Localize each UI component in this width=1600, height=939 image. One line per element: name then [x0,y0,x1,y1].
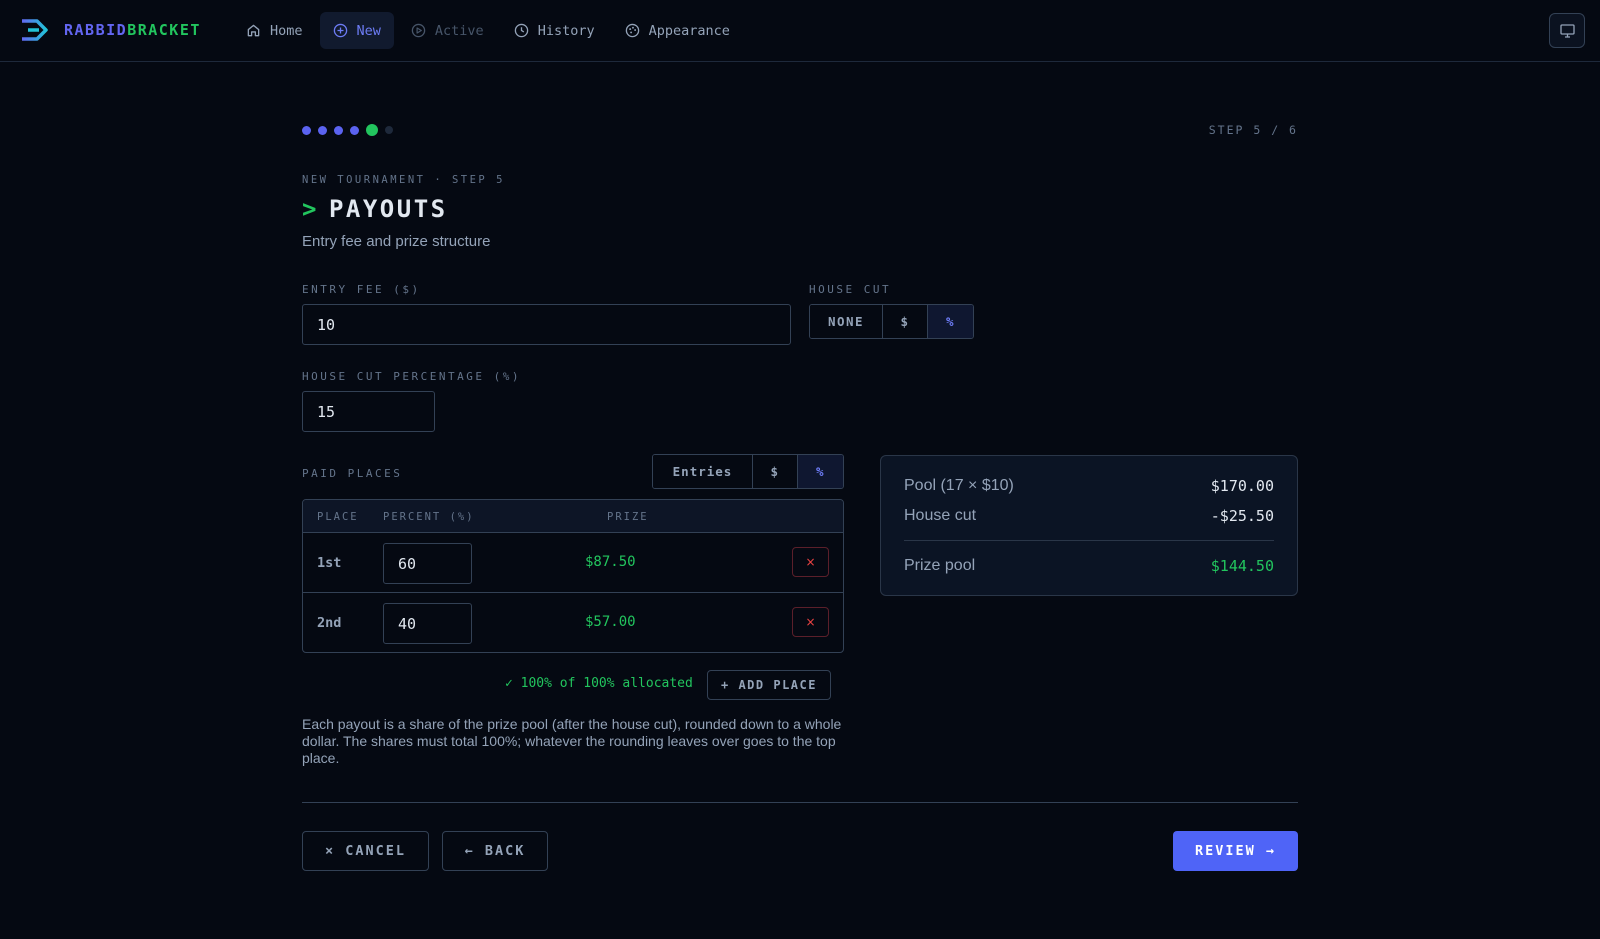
percent-input[interactable]: 40 [383,603,472,644]
progress-dot-done [334,125,343,135]
column-prize: PRIZE [607,511,649,523]
summary-divider [904,540,1274,541]
allocation-status: ✓ 100% of 100% allocated [505,676,693,691]
pool-row: Pool (17 × $10) $170.00 [904,477,1274,495]
prize-pool-value: $144.50 [1210,557,1274,575]
progress-dot-todo [385,126,393,134]
cancel-button[interactable]: × CANCEL [302,831,429,871]
table-header: PLACE PERCENT (%) PRIZE [303,500,843,533]
paid-places-label: PAID PLACES [302,467,403,480]
pool-value: $170.00 [1210,477,1274,495]
nav-home[interactable]: Home [233,12,316,49]
percent-input[interactable]: 60 [383,543,472,584]
review-button[interactable]: REVIEW → [1173,831,1298,871]
table-row: 1st 60 $87.50 × [303,533,843,593]
prize-cell: $57.00 [585,614,636,630]
house-cut-percentage-input[interactable]: 15 [302,391,435,432]
back-button[interactable]: ← BACK [442,831,548,871]
palette-icon [625,23,639,38]
nav-new[interactable]: New [319,12,394,49]
nav-history-label: History [537,22,595,39]
remove-place-button[interactable]: × [792,607,829,637]
home-icon [247,24,260,37]
footer-divider [302,802,1298,803]
house-cut-dollar-option[interactable]: $ [883,305,928,338]
add-place-button[interactable]: + ADD PLACE [707,670,831,700]
page-eyebrow: NEW TOURNAMENT · STEP 5 [302,174,505,186]
clock-icon [514,23,528,38]
page-title: > PAYOUTS [302,195,448,223]
prize-pool-row: Prize pool $144.50 [904,557,1274,575]
place-cell: 1st [317,555,342,571]
mode-entries-option[interactable]: Entries [653,455,753,488]
house-cut-percent-option[interactable]: % [928,305,973,338]
play-circle-icon [411,23,426,38]
place-cell: 2nd [317,615,342,631]
nav-new-label: New [356,22,381,39]
progress-dot-done [302,125,311,135]
prize-pool-label: Prize pool [904,557,976,574]
brand-name: RABBIDBRACKET [64,21,201,39]
nav-history[interactable]: History [501,12,608,49]
column-percent: PERCENT (%) [383,511,475,523]
pool-label: Pool (17 × $10) [904,477,1014,494]
title-prompt: > [302,195,319,223]
pool-summary-card: Pool (17 × $10) $170.00 House cut -$25.5… [880,455,1298,596]
monitor-icon [1559,23,1575,38]
house-cut-label: HOUSE CUT [809,283,892,296]
entry-fee-label: ENTRY FEE ($) [302,283,421,296]
title-text: PAYOUTS [328,195,448,223]
entry-fee-input[interactable]: 10 [302,304,791,345]
column-place: PLACE [317,511,359,523]
house-cut-none-option[interactable]: NONE [810,305,883,338]
page-subtitle: Entry fee and prize structure [302,233,491,250]
payout-help-text: Each payout is a share of the prize pool… [302,716,842,766]
house-cut-percentage-label: HOUSE CUT PERCENTAGE (%) [302,370,521,383]
house-cut-summary-label: House cut [904,507,977,524]
progress-dot-done [350,125,359,135]
step-progress [302,124,400,136]
house-cut-toggle: NONE $ % [809,304,974,339]
paid-places-mode-toggle: Entries $ % [652,454,844,489]
main-nav: Home New Active History Appearance [233,12,747,49]
house-cut-row: House cut -$25.50 [904,507,1274,525]
display-settings-button[interactable] [1549,13,1585,48]
mode-percent-option[interactable]: % [798,455,843,488]
brand-logo[interactable]: RABBIDBRACKET [20,18,201,42]
top-navigation-bar: RABBIDBRACKET Home New Active History Ap… [0,0,1600,62]
close-icon: × [805,615,816,629]
close-icon: × [805,555,816,569]
nav-home-label: Home [270,22,303,39]
progress-dot-done [318,125,327,135]
progress-dot-current [366,124,378,136]
mode-dollar-option[interactable]: $ [753,455,798,488]
remove-place-button[interactable]: × [792,547,829,577]
prize-cell: $87.50 [585,554,636,570]
step-counter: STEP 5 / 6 [1208,123,1298,137]
plus-circle-icon [333,23,347,38]
logo-arrow-icon [22,19,48,41]
nav-active[interactable]: Active [398,12,497,49]
nav-appearance[interactable]: Appearance [612,12,743,49]
nav-active-label: Active [434,22,484,39]
house-cut-summary-value: -$25.50 [1210,507,1274,525]
table-row: 2nd 40 $57.00 × [303,593,843,652]
nav-appearance-label: Appearance [648,22,730,39]
paid-places-table: PLACE PERCENT (%) PRIZE 1st 60 $87.50 × … [302,499,844,653]
